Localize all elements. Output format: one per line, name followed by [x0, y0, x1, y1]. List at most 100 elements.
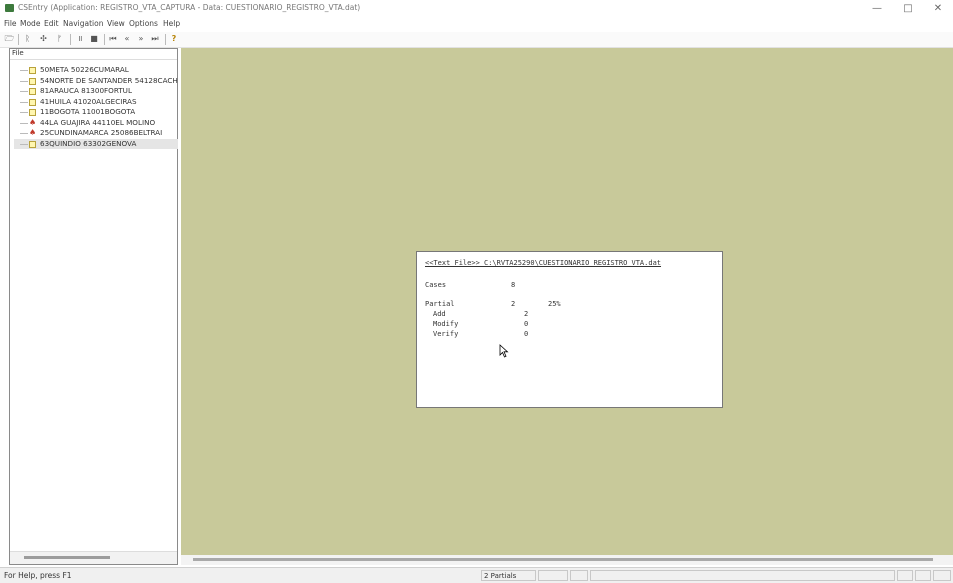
- status-pane: [933, 570, 951, 581]
- first-icon: ⏮: [109, 34, 117, 43]
- status-pane: [897, 570, 913, 581]
- stop-button[interactable]: ■: [88, 33, 100, 45]
- tree-connector: [20, 101, 28, 103]
- tree-connector: [20, 112, 28, 113]
- next-button[interactable]: »: [135, 33, 147, 45]
- close-button[interactable]: ✕: [923, 0, 953, 18]
- next-icon: »: [138, 34, 144, 43]
- menu-navigation[interactable]: Navigation: [63, 19, 103, 28]
- modify-case-icon: ✣: [40, 34, 47, 43]
- work-horizontal-scrollbar[interactable]: [181, 555, 953, 565]
- toolbar-separator: [104, 34, 105, 45]
- menu-file[interactable]: File: [4, 19, 17, 28]
- maximize-button[interactable]: □: [893, 0, 923, 18]
- status-help-text: For Help, press F1: [4, 571, 72, 580]
- tree-connector: [20, 143, 28, 145]
- toolbar-separator: [18, 34, 19, 45]
- add-case-button[interactable]: ᚱ: [21, 33, 34, 45]
- last-icon: ⏭: [151, 34, 159, 43]
- menu-help[interactable]: Help: [163, 19, 180, 28]
- add-label: Add: [433, 310, 446, 318]
- case-label: 41HUILA 41020ALGECIRAS: [40, 96, 137, 106]
- verify-case-icon: ᚠ: [57, 34, 62, 43]
- scrollbar-thumb[interactable]: [193, 558, 933, 561]
- toolbar: 🗁 ᚱ ✣ ᚠ ॥ ■ ⏮ « » ⏭ ?: [0, 32, 953, 48]
- tree-connector: [20, 133, 28, 134]
- case-item[interactable]: 11BOGOTA 11001BOGOTA: [14, 107, 178, 118]
- case-tree-panel: File 50META 50226CUMARAL 54NORTE DE SANT…: [9, 48, 178, 565]
- complete-case-icon: [29, 140, 36, 148]
- stop-icon: ■: [90, 34, 98, 43]
- case-item[interactable]: 41HUILA 41020ALGECIRAS: [14, 97, 178, 108]
- modify-value: 0: [524, 320, 529, 328]
- status-bar: For Help, press F1 2 Partials: [0, 567, 953, 583]
- menu-options[interactable]: Options: [129, 19, 158, 28]
- tree-connector: [20, 91, 28, 92]
- status-pane: [915, 570, 931, 581]
- verify-case-button[interactable]: ᚠ: [53, 33, 66, 45]
- verify-label: Verify: [433, 330, 459, 338]
- case-label: 50META 50226CUMARAL: [40, 65, 129, 74]
- case-label: 81ARAUCA 81300FORTUL: [40, 86, 132, 95]
- summary-header: <<Text File>> C:\RVTA25290\CUESTIONARIO_…: [425, 259, 662, 267]
- open-icon: 🗁: [4, 34, 15, 43]
- complete-case-icon: [29, 67, 36, 74]
- verify-value: 0: [524, 330, 529, 338]
- partial-percent: 25%: [548, 300, 561, 308]
- data-file-summary: <<Text File>> C:\RVTA25290\CUESTIONARIO_…: [416, 251, 723, 408]
- case-list: 50META 50226CUMARAL 54NORTE DE SANTANDER…: [14, 65, 178, 149]
- tree-connector: [20, 70, 28, 71]
- case-item[interactable]: ♠ 44LA GUAJIRA 44110EL MOLINO: [14, 118, 178, 129]
- add-value: 2: [524, 310, 529, 318]
- first-button[interactable]: ⏮: [107, 33, 119, 45]
- partial-label: Partial: [425, 300, 455, 308]
- tree-connector: [20, 122, 28, 124]
- case-item[interactable]: 54NORTE DE SANTANDER 54128CACH: [14, 76, 178, 87]
- window-title: CSEntry (Application: REGISTRO_VTA_CAPTU…: [18, 3, 361, 12]
- partial-case-icon: ♠: [29, 117, 37, 127]
- case-label: 25CUNDINAMARCA 25086BELTRAI: [40, 128, 163, 137]
- complete-case-icon: [29, 109, 36, 116]
- case-label: 54NORTE DE SANTANDER 54128CACH: [40, 75, 178, 85]
- minimize-icon: —: [872, 3, 882, 14]
- case-label: 11BOGOTA 11001BOGOTA: [40, 107, 136, 116]
- scrollbar-thumb[interactable]: [24, 556, 110, 559]
- menu-bar: File Mode Edit Navigation View Options H…: [0, 18, 953, 31]
- pause-button[interactable]: ॥: [74, 33, 86, 45]
- close-icon: ✕: [933, 3, 943, 14]
- menu-mode[interactable]: Mode: [20, 19, 40, 28]
- status-partials: 2 Partials: [481, 570, 536, 581]
- mouse-pointer-icon: [499, 344, 509, 358]
- title-bar: CSEntry (Application: REGISTRO_VTA_CAPTU…: [0, 0, 953, 18]
- status-pane: [590, 570, 895, 581]
- previous-icon: «: [124, 34, 130, 43]
- help-icon: ?: [171, 34, 177, 43]
- status-pane: [538, 570, 568, 581]
- modify-case-button[interactable]: ✣: [37, 33, 50, 45]
- add-case-icon: ᚱ: [25, 34, 30, 43]
- tree-horizontal-scrollbar[interactable]: [10, 551, 177, 564]
- menu-edit[interactable]: Edit: [44, 19, 59, 28]
- modify-label: Modify: [433, 320, 459, 328]
- last-button[interactable]: ⏭: [149, 33, 161, 45]
- menu-view[interactable]: View: [107, 19, 125, 28]
- cases-label: Cases: [425, 281, 447, 289]
- complete-case-icon: [29, 98, 36, 106]
- case-item-selected[interactable]: 63QUINDIO 63302GENOVA: [14, 138, 178, 149]
- toolbar-separator: [70, 34, 71, 45]
- help-button[interactable]: ?: [168, 33, 180, 45]
- case-item[interactable]: 81ARAUCA 81300FORTUL: [14, 86, 178, 97]
- partial-case-icon: ♠: [29, 128, 37, 137]
- status-pane: [570, 570, 588, 581]
- app-icon: [5, 4, 14, 12]
- open-button[interactable]: 🗁: [3, 33, 16, 45]
- minimize-button[interactable]: —: [862, 0, 892, 18]
- toolbar-separator: [165, 34, 166, 45]
- case-item[interactable]: ♠ 25CUNDINAMARCA 25086BELTRAI: [14, 128, 178, 139]
- case-item[interactable]: 50META 50226CUMARAL: [14, 65, 178, 76]
- case-label: 44LA GUAJIRA 44110EL MOLINO: [40, 117, 156, 127]
- tree-header: File: [10, 49, 177, 60]
- complete-case-icon: [29, 77, 36, 85]
- previous-button[interactable]: «: [121, 33, 133, 45]
- cases-value: 8: [511, 281, 516, 289]
